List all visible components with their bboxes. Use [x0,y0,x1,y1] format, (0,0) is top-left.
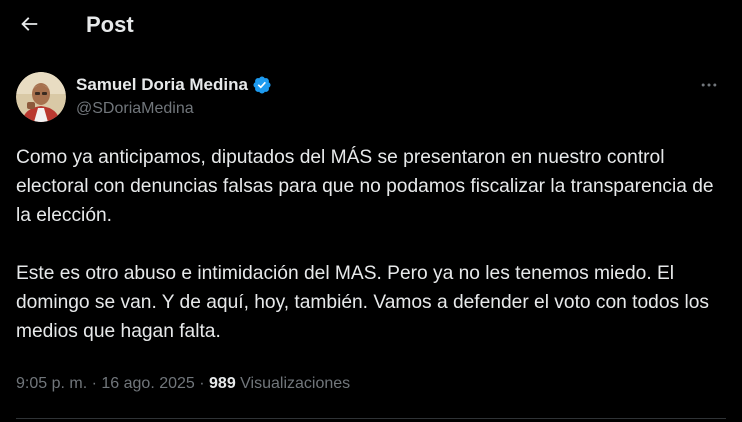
avatar[interactable] [16,72,66,122]
author-handle[interactable]: @SDoriaMedina [76,100,194,118]
views-count: 989 [209,375,236,392]
arrow-left-icon [18,13,40,40]
post-author: Samuel Doria Medina @SDoriaMedina [16,72,726,124]
page-title: Post [86,12,134,37]
meta-separator: · [87,375,102,392]
verified-badge-icon[interactable] [252,75,272,95]
top-bar: Post [0,0,742,52]
name-row: Samuel Doria Medina [76,74,272,96]
divider [16,418,726,419]
post-meta: 9:05 p. m. · 16 ago. 2025 · 989 Visualiz… [16,374,350,394]
more-horizontal-icon [699,75,719,100]
post-paragraph: Este es otro abuso e intimidación del MA… [16,263,709,342]
views-label: Visualizaciones [240,375,351,392]
post-timestamp[interactable]: 9:05 p. m. · 16 ago. 2025 [16,375,195,392]
meta-separator: · [194,375,210,392]
post-time: 9:05 p. m. [16,375,88,392]
back-button[interactable] [10,7,48,45]
more-options-button[interactable] [692,72,726,102]
post-text: Como ya anticipamos, diputados del MÁS s… [16,143,728,346]
author-display-name[interactable]: Samuel Doria Medina [76,75,248,95]
post-paragraph: Como ya anticipamos, diputados del MÁS s… [16,147,714,226]
post-date: 16 ago. 2025 [101,375,195,392]
